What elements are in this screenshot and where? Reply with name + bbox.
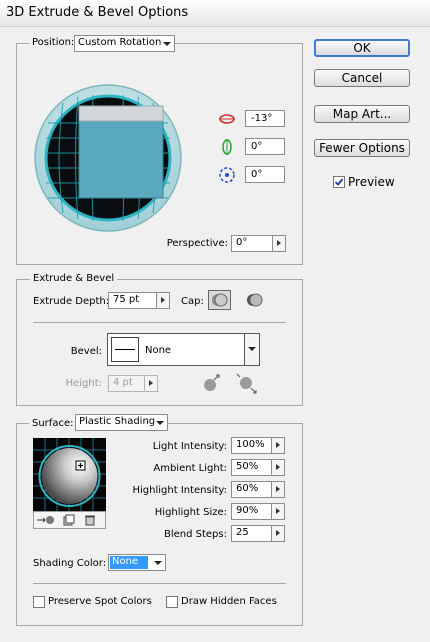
- bevel-height-value: 4 pt: [113, 377, 133, 388]
- shading-color-value: None: [112, 556, 139, 567]
- stepper-arrow-icon[interactable]: [272, 236, 285, 251]
- bevel-height-stepper[interactable]: 4 pt: [108, 375, 158, 392]
- preview-label: Preview: [348, 175, 395, 189]
- fewer-options-button[interactable]: Fewer Options: [314, 139, 410, 157]
- x-axis-rotation-icon: [219, 114, 235, 124]
- stepper-arrow-icon[interactable]: [271, 504, 284, 519]
- z-axis-rotation-icon: [219, 167, 235, 183]
- window-title: 3D Extrude & Bevel Options: [6, 5, 189, 20]
- height-label: Height:: [65, 378, 102, 389]
- shading-color-dropdown[interactable]: None: [108, 554, 166, 571]
- lighting-sphere-preview[interactable]: [33, 438, 106, 511]
- extrude-section-label: Extrude & Bevel: [30, 273, 118, 284]
- stepper-arrow-icon[interactable]: [271, 526, 284, 541]
- shading-color-label: Shading Color:: [33, 558, 107, 569]
- bevel-preview-icon: [111, 337, 139, 362]
- highlight-intensity-label: Highlight Intensity:: [132, 485, 228, 496]
- extrude-depth-label: Extrude Depth:: [33, 296, 110, 307]
- bevel-extent-out-icon[interactable]: [236, 373, 258, 395]
- move-light-to-back-icon[interactable]: [36, 514, 58, 526]
- chevron-down-icon: [163, 42, 171, 46]
- cap-on-button[interactable]: [208, 290, 231, 310]
- cap-off-icon[interactable]: [245, 291, 265, 309]
- light-intensity-stepper[interactable]: 100%: [231, 437, 285, 454]
- cancel-button[interactable]: Cancel: [314, 69, 410, 87]
- perspective-label: Perspective:: [166, 238, 228, 249]
- title-bar: 3D Extrude & Bevel Options: [0, 0, 430, 27]
- blend-steps-label: Blend Steps:: [163, 529, 227, 540]
- bevel-dropdown-arrow: [244, 334, 259, 365]
- bevel-extent-in-icon[interactable]: [200, 373, 222, 395]
- highlight-size-value: 90%: [236, 505, 259, 516]
- y-axis-rotation-icon: [222, 139, 232, 155]
- preserve-spot-colors-checkbox[interactable]: [33, 596, 45, 608]
- map-art-button[interactable]: Map Art...: [314, 105, 410, 123]
- highlight-size-label: Highlight Size:: [154, 507, 227, 518]
- rotation-track-globe[interactable]: [33, 73, 183, 243]
- ambient-light-label: Ambient Light:: [153, 463, 227, 474]
- preserve-spot-colors-label: Preserve Spot Colors: [48, 596, 152, 607]
- new-light-icon[interactable]: [63, 514, 75, 526]
- light-intensity-value: 100%: [236, 439, 265, 450]
- perspective-value: 0°: [236, 237, 248, 248]
- blend-steps-value: 25: [236, 527, 249, 538]
- stepper-arrow-icon[interactable]: [271, 482, 284, 497]
- extrude-depth-value: 75 pt: [113, 294, 140, 305]
- position-preset-value: Custom Rotation: [78, 37, 162, 48]
- divider: [33, 583, 286, 584]
- trash-icon[interactable]: [84, 514, 96, 526]
- checkmark-icon: [334, 178, 344, 186]
- stepper-arrow-icon[interactable]: [144, 376, 157, 391]
- cap-label: Cap:: [181, 296, 204, 307]
- surface-type-dropdown[interactable]: Plastic Shading: [75, 414, 168, 431]
- position-label: Position:: [29, 37, 78, 48]
- stepper-arrow-icon[interactable]: [271, 438, 284, 453]
- preview-checkbox[interactable]: [333, 176, 345, 188]
- draw-hidden-faces-checkbox[interactable]: [166, 596, 178, 608]
- surface-type-value: Plastic Shading: [79, 416, 156, 427]
- extrude-depth-stepper[interactable]: 75 pt: [108, 292, 170, 309]
- z-rotation-field[interactable]: 0°: [245, 166, 285, 183]
- highlight-intensity-stepper[interactable]: 60%: [231, 481, 285, 498]
- cap-on-icon: [212, 293, 228, 307]
- chevron-down-icon: [154, 561, 162, 565]
- bevel-dropdown[interactable]: None: [107, 333, 260, 366]
- light-controls-bar: [33, 511, 106, 529]
- draw-hidden-faces-label: Draw Hidden Faces: [181, 596, 277, 607]
- chevron-down-icon: [248, 347, 256, 351]
- position-preset-dropdown[interactable]: Custom Rotation: [74, 35, 175, 52]
- highlight-size-stepper[interactable]: 90%: [231, 503, 285, 520]
- ambient-light-stepper[interactable]: 50%: [231, 459, 285, 476]
- y-rotation-field[interactable]: 0°: [245, 138, 285, 155]
- bevel-value: None: [145, 345, 172, 356]
- stepper-arrow-icon[interactable]: [271, 460, 284, 475]
- perspective-stepper[interactable]: 0°: [231, 235, 286, 252]
- highlight-intensity-value: 60%: [236, 483, 259, 494]
- chevron-down-icon: [156, 421, 164, 425]
- ok-button[interactable]: OK: [314, 39, 410, 57]
- surface-label: Surface:: [29, 418, 77, 429]
- light-intensity-label: Light Intensity:: [152, 441, 227, 452]
- blend-steps-stepper[interactable]: 25: [231, 525, 285, 542]
- divider: [33, 322, 286, 323]
- x-rotation-field[interactable]: -13°: [245, 110, 285, 127]
- bevel-label: Bevel:: [70, 346, 102, 357]
- ambient-light-value: 50%: [236, 461, 259, 472]
- stepper-arrow-icon[interactable]: [156, 293, 169, 308]
